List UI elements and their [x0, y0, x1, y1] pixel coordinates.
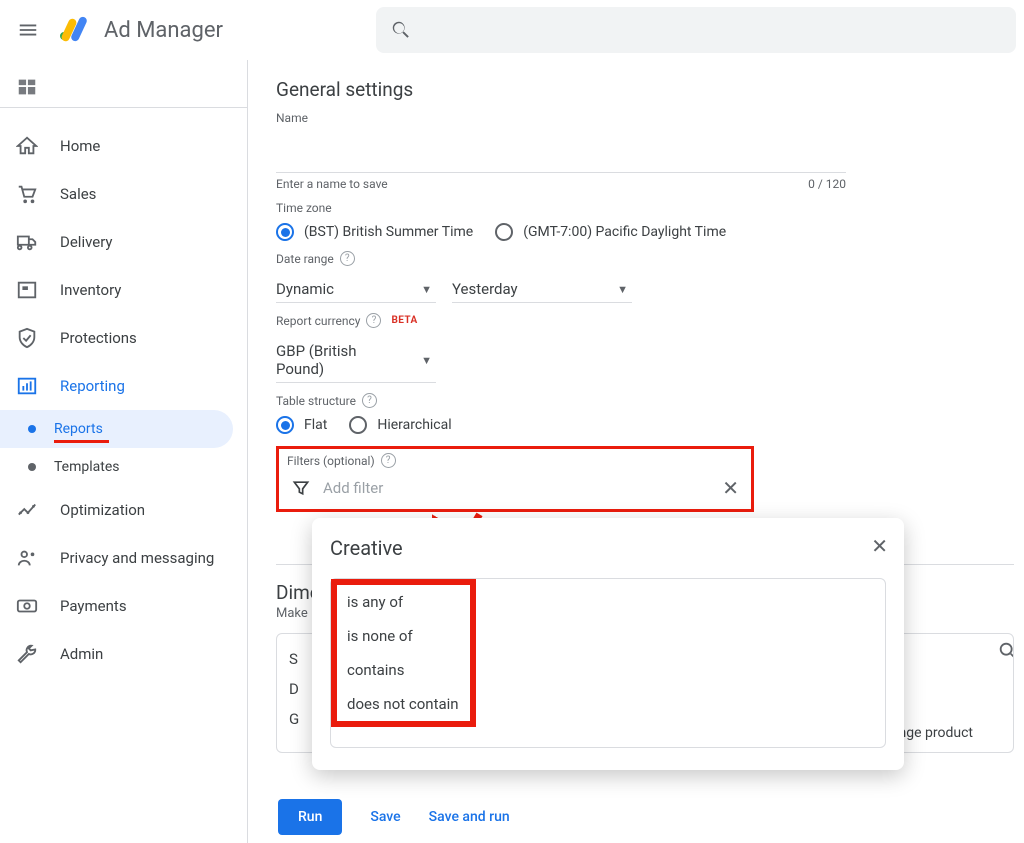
sidebar-item-admin[interactable]: Admin: [0, 630, 233, 678]
daterange-label: Date range?: [276, 251, 1014, 266]
inventory-icon: [16, 279, 38, 301]
sidebar-item-inventory[interactable]: Inventory: [0, 266, 233, 314]
filters-panel: Filters (optional)? Add filter ✕: [276, 446, 754, 512]
sidebar-item-label: Delivery: [60, 233, 113, 251]
sidebar-item-privacy[interactable]: Privacy and messaging: [0, 534, 233, 582]
ts-flat-radio[interactable]: Flat: [276, 416, 327, 434]
sidebar-sub-label: Templates: [54, 459, 120, 475]
app-header: Ad Manager: [0, 0, 1024, 60]
daterange-type-select[interactable]: Dynamic▼: [276, 274, 436, 303]
network-switcher-icon[interactable]: [0, 66, 247, 108]
operator-options-highlight: is any of is none of contains does not c…: [331, 579, 476, 727]
search-icon: [390, 19, 412, 41]
chevron-down-icon: ▼: [421, 283, 432, 296]
daterange-value-select[interactable]: Yesterday▼: [452, 274, 632, 303]
sidebar-item-label: Admin: [60, 645, 103, 663]
timezone-pdt-radio[interactable]: (GMT-7:00) Pacific Daylight Time: [495, 223, 726, 241]
beta-badge: BETA: [391, 315, 417, 326]
sidebar-sub-reports[interactable]: Reports: [0, 410, 233, 448]
sidebar-item-label: Reporting: [60, 377, 125, 395]
app-logo: [56, 13, 90, 47]
radio-icon: [276, 223, 294, 241]
sidebar-item-delivery[interactable]: Delivery: [0, 218, 233, 266]
name-input[interactable]: [276, 143, 846, 173]
help-icon[interactable]: ?: [366, 313, 381, 328]
sidebar-item-label: Payments: [60, 597, 127, 615]
radio-icon: [276, 416, 294, 434]
sidebar-sub-label: Reports: [54, 421, 103, 437]
bullet-icon: [28, 463, 36, 471]
sidebar: Home Sales Delivery Inventory Protection…: [0, 60, 248, 843]
brand-name: Ad Manager: [104, 18, 223, 43]
save-button[interactable]: Save: [370, 809, 400, 825]
run-button[interactable]: Run: [278, 799, 342, 835]
sidebar-item-reporting[interactable]: Reporting: [0, 362, 233, 410]
bullet-icon: [28, 425, 36, 433]
home-icon: [16, 135, 38, 157]
sidebar-item-label: Home: [60, 137, 100, 155]
sidebar-item-label: Sales: [60, 185, 96, 203]
sidebar-item-payments[interactable]: Payments: [0, 582, 233, 630]
currency-label: Report currency?BETA: [276, 313, 1014, 328]
chevron-down-icon: ▼: [421, 354, 432, 367]
search-icon[interactable]: [997, 640, 1014, 662]
popover-title: Creative: [330, 536, 886, 560]
name-counter: 0 / 120: [808, 177, 846, 191]
wrench-icon: [16, 643, 38, 665]
help-icon[interactable]: ?: [362, 393, 377, 408]
sidebar-item-label: Inventory: [60, 281, 121, 299]
name-label: Name: [276, 111, 1014, 125]
chart-icon: [16, 375, 38, 397]
timezone-label: Time zone: [276, 201, 1014, 215]
truck-icon: [16, 231, 38, 253]
annotation-underline: [54, 440, 109, 443]
sidebar-item-label: Optimization: [60, 501, 145, 519]
sidebar-item-label: Protections: [60, 329, 137, 347]
timezone-bst-radio[interactable]: (BST) British Summer Time: [276, 223, 473, 241]
sidebar-item-sales[interactable]: Sales: [0, 170, 233, 218]
sidebar-sub-templates[interactable]: Templates: [0, 448, 233, 486]
add-filter-input[interactable]: Add filter: [323, 479, 383, 497]
filter-icon: [291, 478, 311, 498]
help-icon[interactable]: ?: [381, 453, 396, 468]
section-heading: General settings: [276, 78, 1014, 101]
sidebar-item-label: Privacy and messaging: [60, 549, 214, 567]
help-icon[interactable]: ?: [340, 251, 355, 266]
ts-hier-radio[interactable]: Hierarchical: [349, 416, 451, 434]
sidebar-item-optimization[interactable]: Optimization: [0, 486, 233, 534]
name-hint: Enter a name to save: [276, 177, 388, 191]
filter-popover: Creative ✕ is any of is none of contains…: [312, 518, 904, 770]
sidebar-item-home[interactable]: Home: [0, 122, 233, 170]
close-icon[interactable]: ✕: [871, 534, 888, 558]
search-input[interactable]: [376, 7, 1016, 53]
save-and-run-button[interactable]: Save and run: [429, 809, 510, 825]
people-icon: [16, 547, 38, 569]
trend-icon: [16, 499, 38, 521]
footer-actions: Run Save Save and run: [278, 799, 510, 835]
operator-is-none-of[interactable]: is none of: [337, 619, 470, 653]
radio-icon: [349, 416, 367, 434]
shield-icon: [16, 327, 38, 349]
filters-label: Filters (optional)?: [287, 453, 743, 468]
chevron-down-icon: ▼: [617, 283, 628, 296]
sidebar-item-protections[interactable]: Protections: [0, 314, 233, 362]
operator-does-not-contain[interactable]: does not contain: [337, 687, 470, 721]
currency-select[interactable]: GBP (British Pound)▼: [276, 336, 436, 383]
cart-icon: [16, 183, 38, 205]
payments-icon: [16, 595, 38, 617]
operator-contains[interactable]: contains: [337, 653, 470, 687]
operator-select[interactable]: is any of is none of contains does not c…: [330, 578, 886, 748]
menu-icon[interactable]: [8, 10, 48, 50]
operator-is-any-of[interactable]: is any of: [337, 585, 470, 619]
radio-icon: [495, 223, 513, 241]
tablestructure-label: Table structure?: [276, 393, 1014, 408]
clear-filter-icon[interactable]: ✕: [722, 476, 739, 500]
